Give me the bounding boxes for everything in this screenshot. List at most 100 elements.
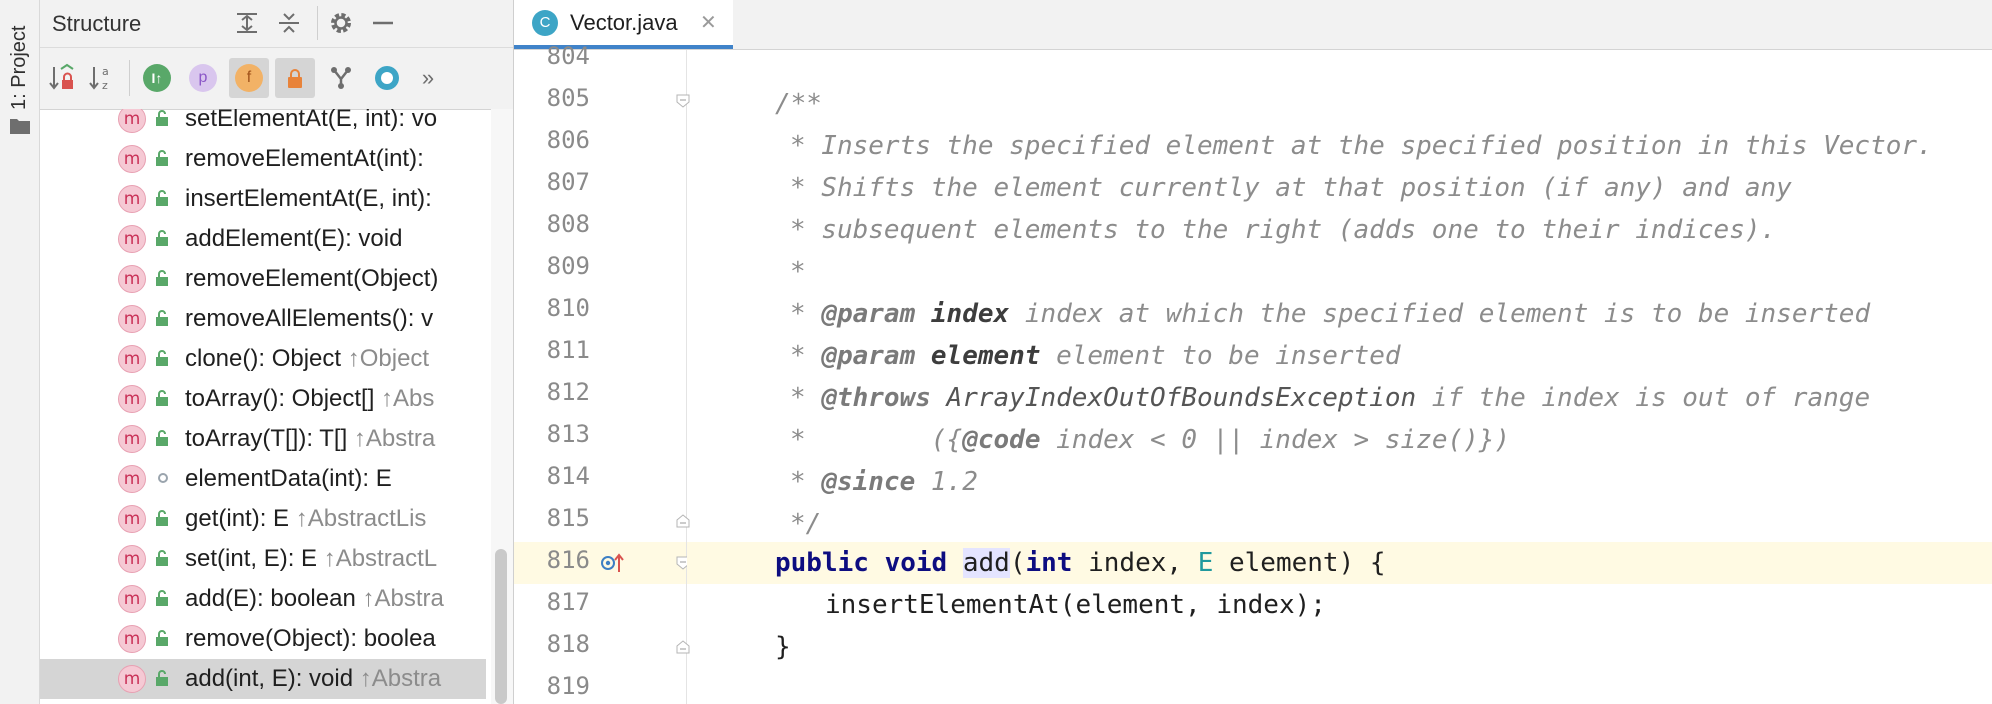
collapse-all-button[interactable] xyxy=(274,8,304,38)
sort-alphabetically-button[interactable]: a z xyxy=(82,58,122,98)
line-number: 809 xyxy=(546,252,590,280)
public-lock-icon xyxy=(156,630,168,646)
show-lambdas-button[interactable] xyxy=(321,58,361,98)
show-properties-button[interactable]: p xyxy=(183,58,223,98)
expand-all-button[interactable] xyxy=(232,8,262,38)
row-inherited: ↑Abstra xyxy=(353,425,436,452)
method-icon: m xyxy=(118,625,146,653)
tree-row[interactable]: m add(E): boolean ↑Abstra xyxy=(40,579,486,619)
tab-label: Vector.java xyxy=(570,10,678,35)
structure-title: Structure xyxy=(52,11,142,36)
settings-button[interactable] xyxy=(326,8,356,38)
public-lock-icon xyxy=(156,430,168,446)
scrollbar-thumb[interactable] xyxy=(495,549,507,704)
project-tool-window-label: 1: Project xyxy=(8,25,30,110)
javadoc-tag: @throws xyxy=(821,383,931,413)
tool-window-stripe: 1: Project xyxy=(0,0,40,704)
tree-row[interactable]: m insertElementAt(E, int): xyxy=(40,179,486,219)
tree-row-label: set(int, E): E ↑AbstractL xyxy=(185,545,437,573)
method-icon: m xyxy=(118,465,146,493)
public-lock-icon xyxy=(156,590,168,606)
row-signature: removeElementAt(int): xyxy=(185,145,424,172)
code-area[interactable]: /** * Inserts the specified element at t… xyxy=(687,50,1992,704)
code-line-current: public void add(int index, E element) { xyxy=(687,542,1992,584)
public-lock-icon xyxy=(156,190,168,206)
editor-gutter[interactable]: 804 805 806 807 808 809 810 811 812 813 … xyxy=(514,42,690,704)
tree-row-label: elementData(int): E xyxy=(185,465,392,493)
row-signature: setElementAt(E, int): vo xyxy=(185,109,438,132)
svg-text:z: z xyxy=(102,79,108,92)
comment-text: if the index is out of range xyxy=(1416,383,1871,413)
tree-row[interactable]: m remove(Object): boolea xyxy=(40,619,486,659)
tree-row[interactable]: m setElementAt(E, int): vo xyxy=(40,109,486,139)
tree-row[interactable]: m toArray(): Object[] ↑Abs xyxy=(40,379,486,419)
tree-row-label: removeElementAt(int): xyxy=(185,145,424,173)
line-number: 812 xyxy=(546,378,590,406)
row-signature: toArray(): Object[] xyxy=(185,385,382,412)
sort-by-visibility-button[interactable] xyxy=(42,58,82,98)
show-fields-button[interactable]: f xyxy=(229,58,269,98)
show-anonymous-button[interactable] xyxy=(367,58,407,98)
expand-all-icon xyxy=(237,13,257,33)
show-non-public-button[interactable] xyxy=(275,58,315,98)
tree-row[interactable]: m xyxy=(40,699,486,704)
row-signature: elementData(int): E xyxy=(185,465,392,492)
code-line: /** xyxy=(687,83,1992,125)
type-parameter: E xyxy=(1197,548,1214,578)
tree-row-label: removeAllElements(): v xyxy=(185,305,433,333)
row-signature: toArray(T[]): T[] xyxy=(185,425,354,452)
row-inherited: ↑AbstractL xyxy=(323,545,438,572)
code-line: * subsequent elements to the right (adds… xyxy=(687,209,1992,251)
tree-row[interactable]: m get(int): E ↑AbstractLis xyxy=(40,499,486,539)
inherited-icon: I↑ xyxy=(143,64,171,92)
public-lock-icon xyxy=(156,350,168,366)
row-signature: add(int, E): void xyxy=(185,665,360,692)
row-signature: addElement(E): void xyxy=(185,225,403,252)
method-icon: m xyxy=(118,585,146,613)
line-number: 804 xyxy=(546,42,590,70)
tree-row[interactable]: m set(int, E): E ↑AbstractL xyxy=(40,539,486,579)
javadoc-tag: @code xyxy=(962,425,1041,455)
code-text: element) { xyxy=(1213,548,1386,578)
row-inherited: ↑Object xyxy=(347,345,430,372)
method-name: add xyxy=(962,548,1010,578)
tree-row[interactable]: m clone(): Object ↑Object xyxy=(40,339,486,379)
keyword: void xyxy=(884,548,948,578)
method-icon: m xyxy=(118,109,146,133)
row-signature: insertElementAt(E, int): xyxy=(185,185,432,212)
method-icon: m xyxy=(118,665,146,693)
javadoc-param-name: element xyxy=(930,341,1041,371)
tree-row[interactable]: m removeElement(Object) xyxy=(40,259,486,299)
project-tool-window-button[interactable]: 1: Project xyxy=(0,0,39,150)
more-toolbar-button[interactable]: » xyxy=(413,58,443,98)
tree-row[interactable]: m toArray(T[]): T[] ↑Abstra xyxy=(40,419,486,459)
public-lock-icon xyxy=(156,270,168,286)
hierarchy-icon xyxy=(331,67,351,89)
code-line: insertElementAt(element, index); xyxy=(687,584,1992,626)
editor-tab-bar: C Vector.java ✕ xyxy=(514,0,1992,50)
sort-alpha-icon: a z xyxy=(89,65,109,92)
tree-row[interactable]: m removeElementAt(int): xyxy=(40,139,486,179)
public-lock-icon xyxy=(156,550,168,566)
show-inherited-button[interactable]: I↑ xyxy=(137,58,177,98)
public-lock-icon xyxy=(156,150,168,166)
javadoc-tag: @since xyxy=(821,467,916,497)
tree-row[interactable]: m removeAllElements(): v xyxy=(40,299,486,339)
tree-row-selected[interactable]: m add(int, E): void ↑Abstra xyxy=(40,659,486,699)
code-text: insertElementAt(element, index); xyxy=(825,590,1326,620)
code-line: } xyxy=(687,626,1992,668)
line-number: 807 xyxy=(546,168,590,196)
close-icon[interactable]: ✕ xyxy=(700,10,717,35)
row-signature: removeAllElements(): v xyxy=(185,305,434,332)
class-icon: C xyxy=(532,10,558,36)
tree-row[interactable]: m addElement(E): void xyxy=(40,219,486,259)
code-line: */ xyxy=(687,503,1992,545)
structure-scrollbar[interactable] xyxy=(491,109,513,704)
method-icon: m xyxy=(118,185,146,213)
overrides-method-icon[interactable] xyxy=(600,552,628,574)
property-icon: p xyxy=(189,64,217,92)
tree-row-label: clone(): Object ↑Object xyxy=(185,345,429,373)
tree-row[interactable]: m elementData(int): E xyxy=(40,459,486,499)
tree-row-label: remove(Object): boolea xyxy=(185,625,436,653)
hide-panel-button[interactable] xyxy=(368,8,398,38)
